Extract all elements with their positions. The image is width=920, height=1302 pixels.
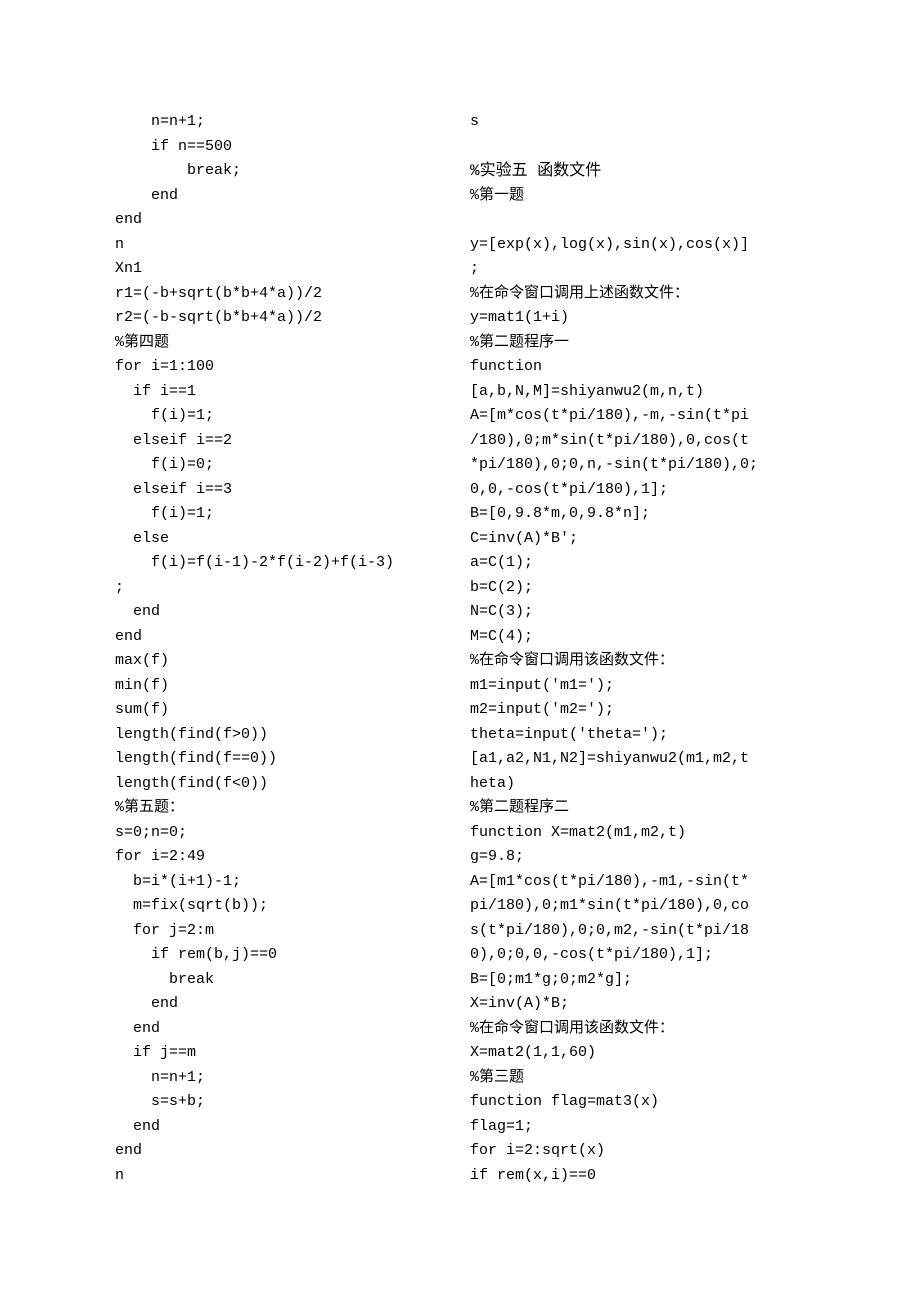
- code-line: end: [115, 184, 450, 209]
- code-line: m1=input('m1=');: [470, 674, 805, 699]
- code-line: for j=2:m: [115, 919, 450, 944]
- code-line: b=C(2);: [470, 576, 805, 601]
- code-line: heta): [470, 772, 805, 797]
- code-line: end: [115, 600, 450, 625]
- code-line: theta=input('theta=');: [470, 723, 805, 748]
- code-line: n: [115, 1164, 450, 1189]
- code-line: length(find(f>0)): [115, 723, 450, 748]
- code-line: 0,0,-cos(t*pi/180),1];: [470, 478, 805, 503]
- code-line: length(find(f==0)): [115, 747, 450, 772]
- code-line: elseif i==2: [115, 429, 450, 454]
- code-line: %在命令窗口调用上述函数文件：: [470, 282, 805, 307]
- code-line: 0),0;0,0,-cos(t*pi/180),1];: [470, 943, 805, 968]
- code-line: end: [115, 1115, 450, 1140]
- document-page: n=n+1; if n==500 break; endendnXn1r1=(-b…: [0, 0, 920, 1248]
- code-line: for i=2:49: [115, 845, 450, 870]
- code-line: M=C(4);: [470, 625, 805, 650]
- code-line: if j==m: [115, 1041, 450, 1066]
- code-line: %在命令窗口调用该函数文件：: [470, 649, 805, 674]
- code-line: n: [115, 233, 450, 258]
- code-line: function X=mat2(m1,m2,t): [470, 821, 805, 846]
- code-line: /180),0;m*sin(t*pi/180),0,cos(t: [470, 429, 805, 454]
- code-line: X=mat2(1,1,60): [470, 1041, 805, 1066]
- code-line: function flag=mat3(x): [470, 1090, 805, 1115]
- code-line: N=C(3);: [470, 600, 805, 625]
- code-line: min(f): [115, 674, 450, 699]
- code-line: sum(f): [115, 698, 450, 723]
- code-line: %第四题: [115, 331, 450, 356]
- code-line: elseif i==3: [115, 478, 450, 503]
- code-line: break;: [115, 159, 450, 184]
- code-line: %第一题: [470, 184, 805, 209]
- code-line: f(i)=1;: [115, 404, 450, 429]
- code-line: break: [115, 968, 450, 993]
- code-line: for i=2:sqrt(x): [470, 1139, 805, 1164]
- code-line: r1=(-b+sqrt(b*b+4*a))/2: [115, 282, 450, 307]
- code-line: end: [115, 208, 450, 233]
- code-line: B=[0,9.8*m,0,9.8*n];: [470, 502, 805, 527]
- code-line: max(f): [115, 649, 450, 674]
- code-line: else: [115, 527, 450, 552]
- code-line: end: [115, 1017, 450, 1042]
- code-line: if n==500: [115, 135, 450, 160]
- code-line: ;: [470, 257, 805, 282]
- code-line: [a,b,N,M]=shiyanwu2(m,n,t): [470, 380, 805, 405]
- code-line: %在命令窗口调用该函数文件：: [470, 1017, 805, 1042]
- code-line: end: [115, 1139, 450, 1164]
- code-line: for i=1:100: [115, 355, 450, 380]
- code-line: y=mat1(1+i): [470, 306, 805, 331]
- code-line: if rem(b,j)==0: [115, 943, 450, 968]
- code-line: pi/180),0;m1*sin(t*pi/180),0,co: [470, 894, 805, 919]
- code-line: length(find(f<0)): [115, 772, 450, 797]
- code-line: s(t*pi/180),0;0,m2,-sin(t*pi/18: [470, 919, 805, 944]
- code-line: r2=(-b-sqrt(b*b+4*a))/2: [115, 306, 450, 331]
- code-line: y=[exp(x),log(x),sin(x),cos(x)]: [470, 233, 805, 258]
- code-line: g=9.8;: [470, 845, 805, 870]
- code-line: if rem(x,i)==0: [470, 1164, 805, 1189]
- code-line: %第二题程序二: [470, 796, 805, 821]
- code-line: m=fix(sqrt(b));: [115, 894, 450, 919]
- right-column: s %实验五 函数文件%第一题 y=[exp(x),log(x),sin(x),…: [470, 110, 805, 1188]
- code-line: A=[m*cos(t*pi/180),-m,-sin(t*pi: [470, 404, 805, 429]
- code-line: f(i)=0;: [115, 453, 450, 478]
- code-line: %实验五 函数文件: [470, 159, 805, 184]
- left-column: n=n+1; if n==500 break; endendnXn1r1=(-b…: [115, 110, 450, 1188]
- code-line: f(i)=f(i-1)-2*f(i-2)+f(i-3): [115, 551, 450, 576]
- code-line: flag=1;: [470, 1115, 805, 1140]
- code-line: X=inv(A)*B;: [470, 992, 805, 1017]
- code-line: end: [115, 992, 450, 1017]
- code-line: s=0;n=0;: [115, 821, 450, 846]
- code-line: A=[m1*cos(t*pi/180),-m1,-sin(t*: [470, 870, 805, 895]
- code-line: %第二题程序一: [470, 331, 805, 356]
- code-line: C=inv(A)*B';: [470, 527, 805, 552]
- code-line: b=i*(i+1)-1;: [115, 870, 450, 895]
- code-line: %第五题：: [115, 796, 450, 821]
- code-line: *pi/180),0;0,n,-sin(t*pi/180),0;: [470, 453, 805, 478]
- code-line: m2=input('m2=');: [470, 698, 805, 723]
- code-line: %第三题: [470, 1066, 805, 1091]
- code-line: if i==1: [115, 380, 450, 405]
- code-line: Xn1: [115, 257, 450, 282]
- code-line: n=n+1;: [115, 110, 450, 135]
- code-line: a=C(1);: [470, 551, 805, 576]
- code-line: [470, 135, 805, 160]
- code-line: end: [115, 625, 450, 650]
- code-line: f(i)=1;: [115, 502, 450, 527]
- code-line: B=[0;m1*g;0;m2*g];: [470, 968, 805, 993]
- code-line: function: [470, 355, 805, 380]
- code-line: ;: [115, 576, 450, 601]
- code-line: [a1,a2,N1,N2]=shiyanwu2(m1,m2,t: [470, 747, 805, 772]
- code-line: s: [470, 110, 805, 135]
- code-line: s=s+b;: [115, 1090, 450, 1115]
- code-line: n=n+1;: [115, 1066, 450, 1091]
- code-line: [470, 208, 805, 233]
